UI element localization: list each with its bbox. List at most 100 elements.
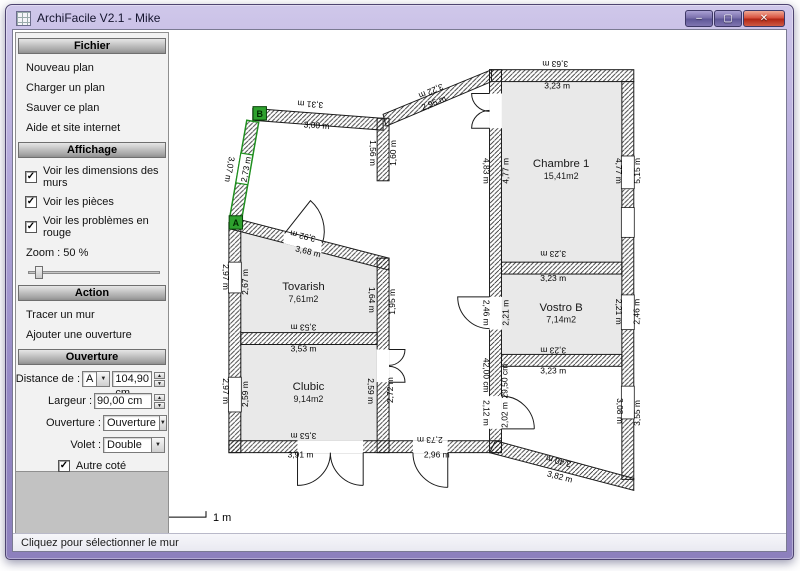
check-icon: ✓ — [27, 171, 35, 182]
plan-canvas[interactable]: Chambre 115,41m2Vostro B7,14m2Tovarish7,… — [13, 30, 786, 533]
distance-stepper[interactable]: ▲ ▼ — [154, 372, 165, 387]
volet-select[interactable]: Double ▼ — [103, 437, 165, 453]
window[interactable] — [621, 208, 634, 238]
dimension-label: 2,46 m — [482, 300, 492, 326]
status-text: Cliquez pour sélectionner le mur — [21, 537, 179, 549]
autre-cote-label: Autre coté — [76, 460, 126, 472]
sidebar-panel: Fichier Nouveau plan Charger un plan Sau… — [15, 32, 169, 472]
room-name-label: Vostro B — [540, 302, 583, 314]
zoom-slider[interactable] — [28, 265, 160, 279]
dimension-label: 29,50 cm — [499, 364, 509, 399]
dimension-label: 1,95 m — [387, 289, 397, 315]
dimension-label: 4,83 m — [482, 158, 492, 184]
dimension-label: 3,08 m — [615, 398, 625, 424]
sidebar: Fichier Nouveau plan Charger un plan Sau… — [15, 32, 169, 533]
dimension-label: 3,53 m — [291, 343, 317, 353]
largeur-stepper[interactable]: ▲ ▼ — [154, 394, 165, 409]
dimension-label: 2,59 m — [240, 381, 250, 407]
close-icon: ✕ — [760, 13, 768, 24]
sidebar-item-nouveau-plan[interactable]: Nouveau plan — [26, 62, 168, 74]
zoom-slider-thumb[interactable] — [35, 266, 43, 279]
zoom-slider-track[interactable] — [28, 271, 160, 274]
dimension-label: 1,64 m — [367, 287, 377, 313]
volet-value: Double — [103, 437, 151, 453]
dimension-label: 2,21 m — [500, 300, 510, 326]
dimension-label: 4,77 m — [614, 158, 624, 184]
section-header-affichage: Affichage — [18, 142, 166, 158]
chevron-down-icon[interactable]: ▼ — [159, 415, 167, 431]
check-icon: ✓ — [27, 221, 35, 232]
dimension-label: 4,77 m — [500, 158, 510, 184]
room-area-label: 7,61m2 — [289, 294, 319, 304]
distance-point-select[interactable]: A ▼ — [82, 371, 110, 387]
minimize-icon: – — [696, 13, 702, 24]
dimension-label: 42,00 cm — [482, 358, 492, 393]
point-marker-letter: A — [233, 218, 240, 228]
dimension-label: 5,15 m — [632, 158, 642, 184]
dimension-label: 3,53 m — [291, 323, 317, 333]
check-icon: ✓ — [27, 196, 35, 207]
section-header-ouverture: Ouverture — [18, 349, 166, 365]
ouverture-label: Ouverture : — [46, 417, 101, 429]
dimension-label: 2,96 m — [424, 450, 450, 460]
dimension-label: 3,23 m — [540, 365, 566, 375]
dimension-label: 3,07 m — [223, 156, 237, 183]
app-window: ArchiFacile V2.1 - Mike – ▢ ✕ — [5, 4, 794, 560]
dimension-label: 2,97 m — [221, 264, 231, 290]
checkbox-label: Voir les dimensions des murs — [43, 165, 168, 189]
checkbox-problemes-rouge[interactable]: ✓ — [25, 221, 37, 233]
window-title: ArchiFacile V2.1 - Mike — [37, 11, 160, 25]
close-button[interactable]: ✕ — [743, 10, 785, 27]
chevron-down-icon[interactable]: ▼ — [96, 371, 110, 387]
wall-left-outer[interactable] — [229, 222, 241, 452]
title-bar[interactable]: ArchiFacile V2.1 - Mike – ▢ ✕ — [6, 5, 793, 29]
distance-input[interactable]: 104,90 cm — [112, 371, 152, 387]
dimension-label: 2,67 m — [240, 269, 250, 295]
spin-up-icon[interactable]: ▲ — [154, 394, 165, 401]
dimension-label: 2,59 m — [366, 378, 376, 404]
sidebar-item-ajouter-ouverture[interactable]: Ajouter une ouverture — [26, 329, 168, 341]
sidebar-item-sauver-plan[interactable]: Sauver ce plan — [26, 102, 168, 114]
checkbox-dimensions-murs[interactable]: ✓ — [25, 171, 37, 183]
zoom-label: Zoom : 50 % — [26, 247, 168, 259]
dimension-label: 2,12 m — [482, 400, 492, 426]
check-icon: ✓ — [60, 460, 68, 471]
distance-label: Distance de : — [16, 373, 80, 385]
largeur-input[interactable]: 90,00 cm — [94, 393, 152, 409]
section-header-action: Action — [18, 285, 166, 301]
spin-up-icon[interactable]: ▲ — [154, 372, 165, 379]
scale-label: 1 m — [213, 512, 231, 524]
wall-bottom[interactable] — [229, 441, 502, 453]
door-chambre1-double[interactable] — [472, 93, 490, 128]
ouverture-value: Ouverture — [103, 415, 159, 431]
dimension-label: 3,31 m — [297, 99, 323, 111]
spin-down-icon[interactable]: ▼ — [154, 380, 165, 387]
dimension-label: 3,55 m — [632, 400, 642, 426]
checkbox-autre-cote[interactable]: ✓ — [58, 460, 70, 472]
dimension-label: 3,53 m — [291, 431, 317, 441]
checkbox-label: Voir les problèmes en rouge — [43, 215, 168, 239]
spin-down-icon[interactable]: ▼ — [154, 402, 165, 409]
status-bar: Cliquez pour sélectionner le mur — [13, 533, 786, 551]
checkbox-voir-pieces[interactable]: ✓ — [25, 196, 37, 208]
point-marker-letter: B — [256, 109, 263, 119]
chevron-down-icon[interactable]: ▼ — [151, 437, 165, 453]
ouverture-select[interactable]: Ouverture ▼ — [103, 415, 165, 431]
sidebar-item-aide[interactable]: Aide et site internet — [26, 122, 168, 134]
room-area-label: 7,14m2 — [546, 315, 576, 325]
dimension-label: 3,23 m — [540, 249, 566, 259]
sidebar-item-tracer-mur[interactable]: Tracer un mur — [26, 309, 168, 321]
minimize-button[interactable]: – — [685, 10, 713, 27]
volet-label: Volet : — [70, 439, 101, 451]
room-name-label: Clubic — [293, 381, 325, 393]
dimension-label: 3,91 m — [288, 450, 314, 460]
dimension-label: 3,23 m — [540, 345, 566, 355]
maximize-icon: ▢ — [723, 13, 732, 24]
maximize-button[interactable]: ▢ — [714, 10, 742, 27]
dimension-label: 3,00 m — [303, 119, 329, 131]
sidebar-item-charger-plan[interactable]: Charger un plan — [26, 82, 168, 94]
largeur-label: Largeur : — [48, 395, 92, 407]
dimension-label: 2,97 m — [221, 378, 231, 404]
dimension-label: 3,63 m — [542, 59, 568, 69]
app-icon[interactable] — [16, 11, 31, 26]
